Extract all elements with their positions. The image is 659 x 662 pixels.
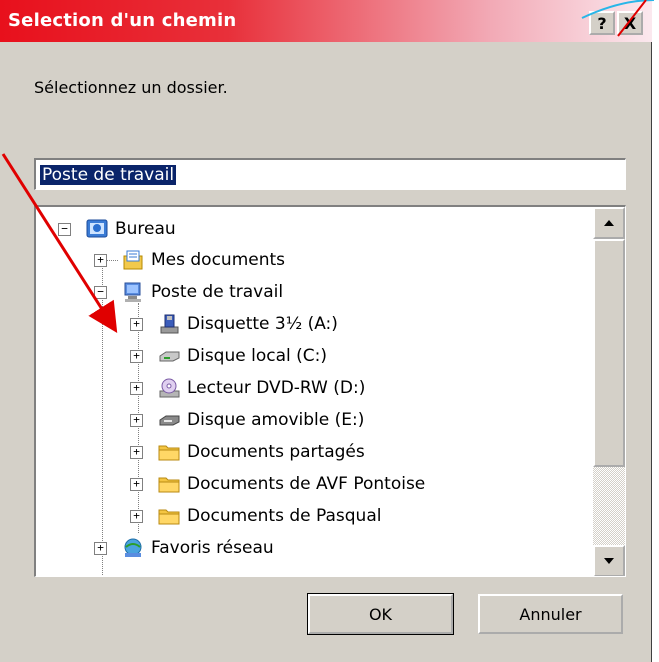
- tree-item-disquette[interactable]: + Disquette 3½ (A:): [130, 309, 338, 339]
- tree-item-lecteur-dvd[interactable]: + Lecteur DVD-RW (D:): [130, 373, 365, 403]
- tree-item-documents-pasqual[interactable]: + Documents de Pasqual: [130, 501, 381, 531]
- tree-item-documents-partages[interactable]: + Documents partagés: [130, 437, 365, 467]
- arrow-up-icon: [604, 220, 614, 226]
- tree-item-label: Documents de Pasqual: [187, 506, 382, 526]
- title-bar[interactable]: Selection d'un chemin ? X: [0, 0, 652, 42]
- tree-item-label: Lecteur DVD-RW (D:): [187, 378, 366, 398]
- folder-icon: [157, 440, 181, 464]
- tree-content: − Bureau + Mes documents − Poste de trav…: [36, 207, 594, 576]
- tree-item-label: Bureau: [115, 219, 176, 239]
- collapse-icon[interactable]: −: [58, 222, 71, 236]
- tree-item-label: Favoris réseau: [151, 538, 274, 558]
- documents-icon: [121, 248, 145, 272]
- harddisk-icon: [157, 344, 181, 368]
- removable-disk-icon: [157, 408, 181, 432]
- folder-selection-dialog: Selection d'un chemin ? X Sélectionnez u…: [0, 0, 652, 662]
- tree-item-label: Disque amovible (E:): [187, 410, 365, 430]
- window-title: Selection d'un chemin: [8, 10, 237, 31]
- expand-icon[interactable]: +: [130, 509, 143, 523]
- tree-item-label: Mes documents: [151, 250, 286, 270]
- help-button[interactable]: ?: [589, 11, 615, 35]
- expand-icon[interactable]: +: [94, 253, 107, 267]
- expand-icon[interactable]: +: [130, 445, 143, 459]
- desktop-icon: [85, 217, 109, 241]
- expand-icon[interactable]: +: [130, 317, 143, 331]
- scroll-thumb[interactable]: [593, 239, 625, 467]
- expand-icon[interactable]: +: [130, 413, 143, 427]
- tree-item-label: Disque local (C:): [187, 346, 327, 366]
- prompt-text: Sélectionnez un dossier.: [34, 78, 228, 97]
- folder-icon: [157, 472, 181, 496]
- tree-item-label: Poste de travail: [151, 282, 284, 302]
- tree-item-documents-avf-pontoise[interactable]: + Documents de AVF Pontoise: [130, 469, 425, 499]
- expand-icon[interactable]: +: [94, 541, 107, 555]
- path-input[interactable]: Poste de travail: [34, 158, 626, 190]
- ok-button[interactable]: OK: [307, 593, 454, 635]
- tree-scrollbar[interactable]: [593, 207, 625, 576]
- computer-icon: [121, 280, 145, 304]
- tree-item-label: Disquette 3½ (A:): [187, 314, 338, 334]
- tree-item-label: Documents de AVF Pontoise: [187, 474, 426, 494]
- folder-tree[interactable]: − Bureau + Mes documents − Poste de trav…: [34, 205, 626, 577]
- expand-icon[interactable]: +: [130, 349, 143, 363]
- cancel-button[interactable]: Annuler: [478, 594, 623, 634]
- folder-icon: [157, 504, 181, 528]
- dvd-icon: [157, 376, 181, 400]
- tree-item-disque-local[interactable]: + Disque local (C:): [130, 341, 327, 371]
- tree-item-poste-de-travail[interactable]: − Poste de travail: [94, 277, 283, 307]
- expand-icon[interactable]: +: [130, 477, 143, 491]
- path-input-selected-text: Poste de travail: [40, 165, 177, 185]
- arrow-down-icon: [604, 558, 614, 564]
- collapse-icon[interactable]: −: [94, 285, 107, 299]
- tree-item-label: Documents partagés: [187, 442, 365, 462]
- tree-item-favoris-reseau[interactable]: + Favoris réseau: [94, 533, 274, 563]
- scroll-up-button[interactable]: [593, 207, 625, 239]
- network-icon: [121, 536, 145, 560]
- tree-item-disque-amovible[interactable]: + Disque amovible (E:): [130, 405, 364, 435]
- tree-item-bureau[interactable]: − Bureau: [58, 214, 176, 244]
- floppy-icon: [157, 312, 181, 336]
- tree-item-mes-documents[interactable]: + Mes documents: [94, 245, 285, 275]
- expand-icon[interactable]: +: [130, 381, 143, 395]
- close-button[interactable]: X: [617, 11, 643, 35]
- scroll-down-button[interactable]: [593, 545, 625, 576]
